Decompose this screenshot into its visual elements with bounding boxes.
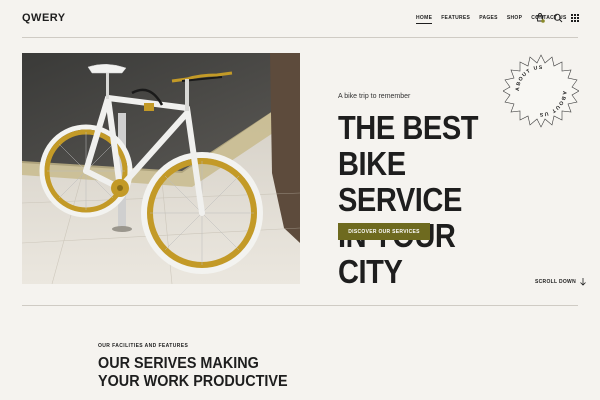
nav-item-pages[interactable]: PAGES xyxy=(479,15,498,24)
grid-menu-icon[interactable] xyxy=(570,13,580,23)
header-divider xyxy=(22,37,578,38)
cart-icon[interactable] xyxy=(535,13,545,23)
site-header: QWERY HOME FEATURES PAGES SHOP CONTACT U… xyxy=(0,0,600,38)
nav-item-home[interactable]: HOME xyxy=(416,15,433,24)
hero-title: THE BEST BIKE SERVICE IN YOUR CITY xyxy=(338,110,514,290)
hero-title-line-1: THE BEST xyxy=(338,109,479,146)
discover-services-button[interactable]: DISCOVER OUR SERVICES xyxy=(338,223,430,240)
about-us-badge[interactable]: ABOUT US ABOUT US xyxy=(503,53,579,129)
hero-image xyxy=(22,53,300,284)
scroll-down-link[interactable]: SCROLL DOWN xyxy=(535,278,586,286)
logo[interactable]: QWERY xyxy=(22,12,66,24)
nav-item-shop[interactable]: SHOP xyxy=(507,15,522,24)
section-title: OUR SERIVES MAKING YOUR WORK PRODUCTIVE xyxy=(98,355,288,390)
search-icon[interactable] xyxy=(553,13,563,23)
hero-tagline: A bike trip to remember xyxy=(338,93,411,100)
section-eyebrow: OUR FACILITIES AND FEATURES xyxy=(98,343,189,349)
section-divider xyxy=(22,305,578,306)
scroll-down-label: SCROLL DOWN xyxy=(535,279,576,285)
hero-title-line-2: BIKE SERVICE xyxy=(338,145,462,218)
arrow-down-icon xyxy=(580,278,586,286)
nav-item-features[interactable]: FEATURES xyxy=(441,15,470,24)
